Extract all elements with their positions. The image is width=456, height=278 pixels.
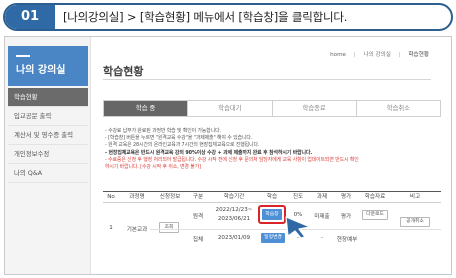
cell-period-offline: 2023/01/09: [217, 235, 251, 241]
header-course: 과정명: [129, 194, 145, 200]
notice-box: - 수강료 납부가 완료된 과정만 학습 및 확인이 가능합니다. - [학습창…: [105, 128, 441, 171]
cell-type-online: 원격: [192, 214, 204, 220]
sidebar-header-bar: [16, 55, 30, 57]
table-header: No 과정명 신청정보 구분 학습기간 학습 진도 과제 평가 학습자료 비고: [103, 191, 441, 203]
cell-assignment-offline: -: [320, 235, 324, 241]
cell-period-end: 2023/06/21: [217, 216, 251, 222]
notice-line: - 원격 교육은 28시간의 온라인교육과 7시간의 현장집체교육으로 진행됩니…: [105, 142, 260, 149]
sidebar-title: 나의 강의실: [16, 65, 66, 76]
notice-warning-line: 하시기 바랍니다. [수강 시작 후 취소, 변경 불가]: [105, 164, 201, 171]
breadcrumb-current: 학습현황: [408, 52, 429, 58]
sidebar-item-invoice-receipt[interactable]: 계산서 및 영수증 출력: [8, 126, 88, 145]
header-progress: 진도: [292, 194, 304, 200]
sidebar-item-admission-letter[interactable]: 입교공문 출력: [8, 107, 88, 126]
sidebar-item-study-status[interactable]: 학습현황: [8, 88, 88, 107]
breadcrumb-separator: |: [353, 52, 356, 58]
header-note: 비고: [409, 194, 421, 200]
instruction-text: [나의강의실] > [학습현황] 메뉴에서 [학습창]을 클릭합니다.: [63, 10, 348, 24]
header-assignment: 과제: [316, 194, 328, 200]
cancel-button[interactable]: 공개취소: [400, 217, 430, 227]
header-materials: 학습자료: [364, 194, 386, 200]
sidebar-item-my-qna[interactable]: 나의 Q&A: [8, 164, 88, 183]
notice-bold-line: - 현장집체교육은 반드시 원격교육 강의 90%이상 수강 + 과제 제출까지…: [105, 149, 313, 156]
sidebar-header: 나의 강의실: [8, 46, 88, 86]
instruction-banner: 01 [나의강의실] > [학습현황] 메뉴에서 [학습창]을 클릭합니다.: [3, 3, 453, 31]
header-period: 학습기간: [223, 194, 245, 200]
cell-evaluation-online[interactable]: 평가: [335, 212, 357, 220]
click-pointer-icon: [285, 216, 311, 239]
title-divider: [103, 79, 431, 80]
breadcrumb-level1[interactable]: 나의 강의실: [363, 52, 391, 58]
sidebar: 나의 강의실 학습현황 입교공문 출력 계산서 및 영수증 출력 개인정보수정 …: [5, 37, 91, 274]
tab-waiting[interactable]: 학습대기: [188, 101, 273, 116]
header-info: 신청정보: [159, 194, 181, 200]
header-evaluation: 평가: [340, 194, 352, 200]
tab-finished[interactable]: 학습종료: [272, 101, 357, 116]
browser-window: 나의 강의실 학습현황 입교공문 출력 계산서 및 영수증 출력 개인정보수정 …: [4, 36, 452, 275]
cell-evaluation-offline: 현장예부: [336, 237, 358, 243]
header-no: No: [107, 194, 115, 200]
breadcrumb-home[interactable]: home: [330, 52, 346, 58]
notice-warning-line: - 수료증은 신청 후 행정 처리되어 발급됩니다. 수강 시작 전에 신청 후…: [105, 156, 359, 163]
cell-type-offline: 집체: [192, 237, 204, 243]
sidebar-item-profile-edit[interactable]: 개인정보수정: [8, 145, 88, 164]
cell-period-start: 2022/12/23~: [215, 207, 253, 213]
materials-download-button[interactable]: 다운로드: [362, 210, 388, 220]
step-number: 01: [5, 5, 55, 29]
tab-in-progress[interactable]: 학습 중: [104, 101, 189, 116]
schedule-change-button[interactable]: 일정변경: [261, 233, 285, 243]
study-button-highlight: [258, 205, 286, 224]
cell-no: 1: [109, 225, 113, 231]
breadcrumb-separator: |: [398, 52, 401, 58]
page-title: 학습현황: [103, 65, 144, 78]
cell-course-name: 기본교과: [126, 227, 148, 233]
header-type: 구분: [192, 194, 204, 200]
breadcrumb: home | 나의 강의실 | 학습현황: [330, 50, 429, 58]
header-study: 학습: [266, 194, 278, 200]
cell-assignment-online: 미제출: [314, 214, 330, 220]
tab-cancelled[interactable]: 학습취소: [356, 101, 440, 116]
sidebar-nav: 학습현황 입교공문 출력 계산서 및 영수증 출력 개인정보수정 나의 Q&A: [8, 88, 88, 183]
main-content: home | 나의 강의실 | 학습현황 학습현황 학습 중 학습대기 학습종료…: [91, 37, 451, 274]
info-view-button[interactable]: 조회: [159, 222, 179, 233]
status-tabs: 학습 중 학습대기 학습종료 학습취소: [103, 100, 441, 117]
